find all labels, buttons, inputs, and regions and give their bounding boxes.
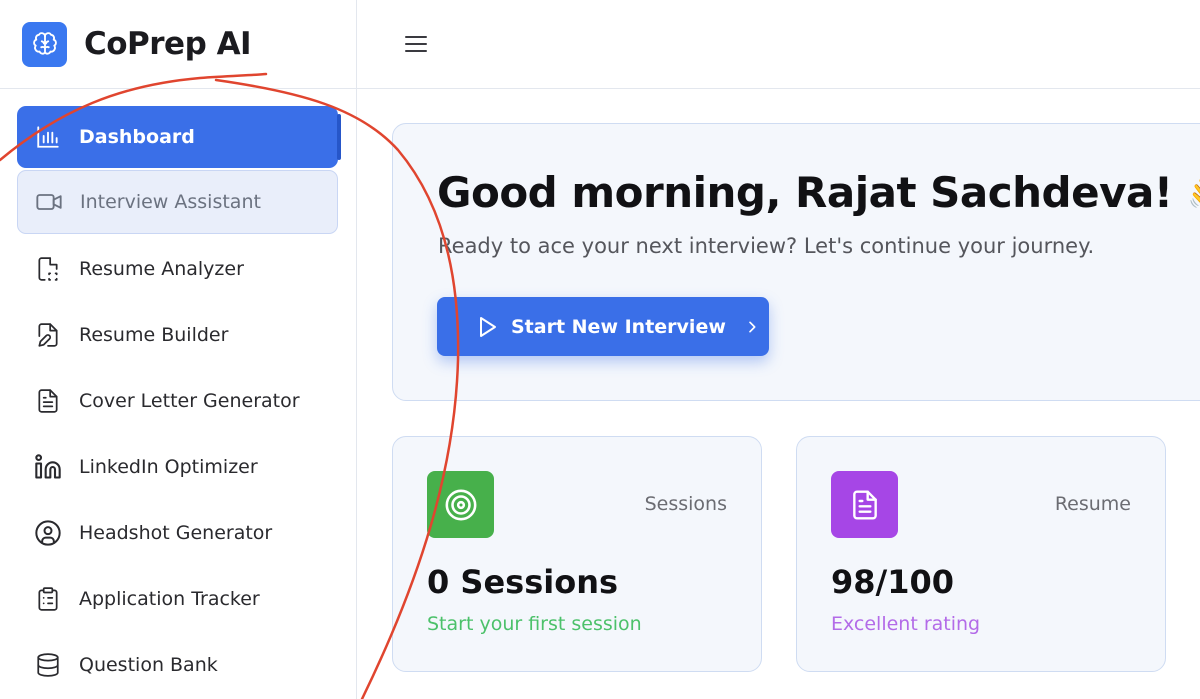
waving-hand-icon: 👋 bbox=[1187, 175, 1200, 216]
sidebar-item-label: Headshot Generator bbox=[79, 521, 273, 544]
sidebar-item-question-bank[interactable]: Question Bank bbox=[17, 632, 338, 697]
brand-header: CoPrep AI bbox=[0, 0, 356, 89]
sidebar-item-label: LinkedIn Optimizer bbox=[79, 455, 258, 478]
sidebar-item-label: Cover Letter Generator bbox=[79, 389, 300, 412]
user-circle-icon bbox=[34, 519, 62, 547]
file-text-icon bbox=[34, 387, 62, 415]
stat-value: 0 Sessions bbox=[427, 563, 619, 601]
file-edit-icon bbox=[34, 321, 62, 349]
sidebar-item-label: Application Tracker bbox=[79, 587, 260, 610]
stat-note: Excellent rating bbox=[831, 613, 981, 635]
start-new-interview-button[interactable]: Start New Interview bbox=[437, 297, 769, 356]
welcome-card: Good morning, Rajat Sachdeva! 👋 Ready to… bbox=[392, 123, 1200, 401]
sidebar-item-label: Interview Assistant bbox=[80, 191, 261, 213]
brain-icon[interactable] bbox=[22, 21, 67, 67]
stat-label: Sessions bbox=[644, 493, 727, 515]
brand-name: CoPrep AI bbox=[84, 26, 252, 62]
sidebar-item-label: Question Bank bbox=[79, 653, 218, 676]
greeting-text: Good morning, Rajat Sachdeva! bbox=[437, 168, 1173, 217]
target-icon bbox=[427, 471, 494, 538]
sidebar: CoPrep AI Dashboard Interview Assistant … bbox=[0, 0, 357, 699]
chevron-right-icon bbox=[744, 319, 760, 335]
sidebar-nav: Dashboard Interview Assistant Resume Ana… bbox=[0, 89, 356, 697]
hamburger-icon[interactable] bbox=[404, 32, 428, 56]
greeting-heading: Good morning, Rajat Sachdeva! 👋 bbox=[437, 168, 1200, 217]
sidebar-item-label: Resume Builder bbox=[79, 323, 229, 346]
top-bar bbox=[357, 0, 1200, 89]
stat-label: Resume bbox=[1054, 493, 1131, 515]
start-new-interview-label: Start New Interview bbox=[511, 315, 726, 338]
sessions-stat-card[interactable]: Sessions 0 Sessions Start your first ses… bbox=[392, 436, 762, 672]
sidebar-item-label: Resume Analyzer bbox=[79, 257, 244, 280]
play-icon bbox=[475, 315, 499, 339]
sidebar-item-interview-assistant[interactable]: Interview Assistant bbox=[17, 170, 338, 234]
sidebar-item-linkedin-optimizer[interactable]: LinkedIn Optimizer bbox=[17, 434, 338, 499]
linkedin-icon bbox=[34, 453, 62, 481]
sidebar-item-resume-builder[interactable]: Resume Builder bbox=[17, 302, 338, 367]
bar-chart-icon bbox=[34, 123, 62, 151]
sidebar-item-resume-analyzer[interactable]: Resume Analyzer bbox=[17, 236, 338, 301]
stat-value: 98/100 bbox=[831, 563, 955, 601]
sidebar-item-dashboard[interactable]: Dashboard bbox=[17, 106, 341, 168]
video-camera-icon bbox=[35, 188, 63, 216]
file-scan-icon bbox=[34, 255, 62, 283]
database-icon bbox=[34, 651, 62, 679]
resume-stat-card[interactable]: Resume 98/100 Excellent rating bbox=[796, 436, 1166, 672]
sidebar-item-label: Dashboard bbox=[79, 126, 195, 148]
welcome-subtitle: Ready to ace your next interview? Let's … bbox=[438, 234, 1095, 258]
clipboard-list-icon bbox=[34, 585, 62, 613]
sidebar-item-cover-letter-generator[interactable]: Cover Letter Generator bbox=[17, 368, 338, 433]
stat-note: Start your first session bbox=[427, 613, 642, 635]
document-icon bbox=[831, 471, 898, 538]
sidebar-item-headshot-generator[interactable]: Headshot Generator bbox=[17, 500, 338, 565]
sidebar-item-application-tracker[interactable]: Application Tracker bbox=[17, 566, 338, 631]
